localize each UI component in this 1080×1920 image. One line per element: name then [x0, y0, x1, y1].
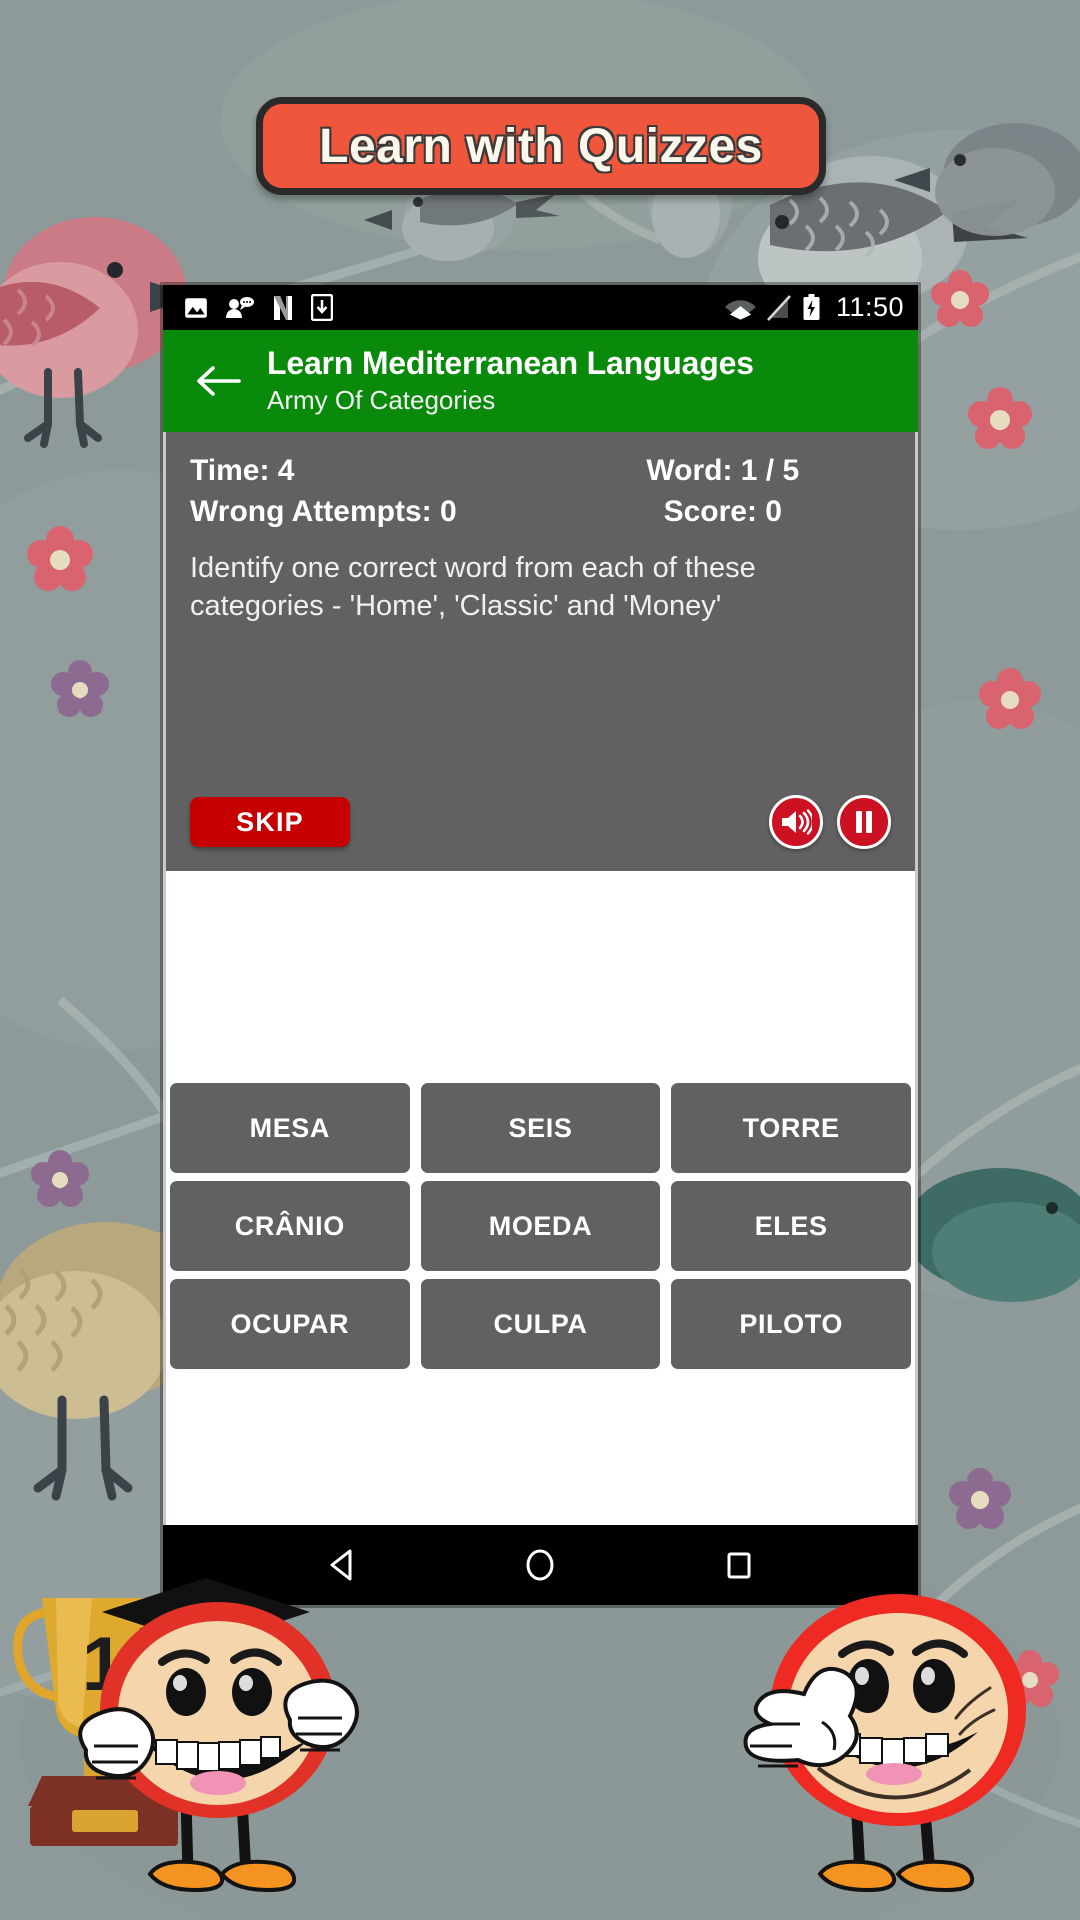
banner-title: Learn with Quizzes: [319, 119, 763, 173]
stat-row: Time: 4 Word: 1 / 5: [190, 454, 891, 488]
word-progress-stat: Word: 1 / 5: [646, 454, 800, 487]
status-bar-left-icons: [183, 294, 333, 321]
app-bar: Learn Mediterranean Languages Army Of Ca…: [163, 330, 918, 432]
score-stat: Score: 0: [663, 495, 782, 528]
status-bar: 11:50: [163, 285, 918, 330]
wrong-attempts-stat: Wrong Attempts: 0: [190, 495, 457, 528]
word-choice-grid: MESA SEIS TORRE CRÂNIO MOEDA ELES OCUPAR…: [170, 1083, 911, 1369]
time-stat: Time: 4: [190, 454, 295, 487]
thumbs-up-mascot: [743, 1594, 1026, 1893]
status-bar-right-icons: 11:50: [724, 292, 904, 323]
word-tile[interactable]: TORRE: [671, 1083, 911, 1173]
promo-banner: Learn with Quizzes: [256, 97, 826, 195]
page-root: Learn with Quizzes 11:50 Learn Mediterra…: [0, 0, 1080, 1920]
person-message-icon: [226, 296, 254, 318]
sound-button[interactable]: [769, 795, 823, 849]
status-bar-clock: 11:50: [835, 292, 904, 322]
page-title: Learn Mediterranean Languages: [267, 345, 754, 382]
word-tile[interactable]: ELES: [671, 1181, 911, 1271]
download-icon: [311, 294, 333, 321]
word-tile[interactable]: MESA: [170, 1083, 410, 1173]
media-controls: [769, 795, 891, 849]
speaker-icon: [782, 809, 812, 835]
phone-mockup: 11:50 Learn Mediterranean Languages Army…: [163, 285, 918, 1605]
word-tile[interactable]: CULPA: [420, 1279, 661, 1369]
pause-button[interactable]: [837, 795, 891, 849]
image-icon: [185, 297, 207, 318]
word-tile[interactable]: PILOTO: [671, 1279, 911, 1369]
word-tile[interactable]: SEIS: [420, 1083, 661, 1173]
app-bar-titles: Learn Mediterranean Languages Army Of Ca…: [267, 345, 754, 416]
quiz-info-panel: Time: 4 Word: 1 / 5 Wrong Attempts: 0 Sc…: [163, 432, 918, 871]
word-tile[interactable]: CRÂNIO: [170, 1181, 410, 1271]
page-subtitle: Army Of Categories: [267, 385, 496, 416]
nav-home-circle-icon[interactable]: [505, 1535, 575, 1595]
stat-row: Wrong Attempts: 0 Score: 0: [190, 495, 891, 529]
wifi-icon: [724, 299, 756, 320]
netflix-n-icon: [274, 295, 292, 320]
no-signal-icon: [766, 294, 791, 321]
word-tile[interactable]: OCUPAR: [170, 1279, 410, 1369]
battery-charging-icon: [803, 294, 820, 320]
pause-icon: [856, 811, 872, 833]
word-tile[interactable]: MOEDA: [420, 1181, 661, 1271]
skip-button[interactable]: SKIP: [190, 797, 350, 847]
back-arrow-icon[interactable]: [187, 350, 249, 412]
panel-controls: SKIP: [190, 795, 891, 849]
answer-area: MESA SEIS TORRE CRÂNIO MOEDA ELES OCUPAR…: [163, 871, 918, 1525]
graduate-mascot-with-trophy: 1: [13, 1578, 359, 1893]
quiz-instruction-text: Identify one correct word from each of t…: [190, 552, 756, 623]
